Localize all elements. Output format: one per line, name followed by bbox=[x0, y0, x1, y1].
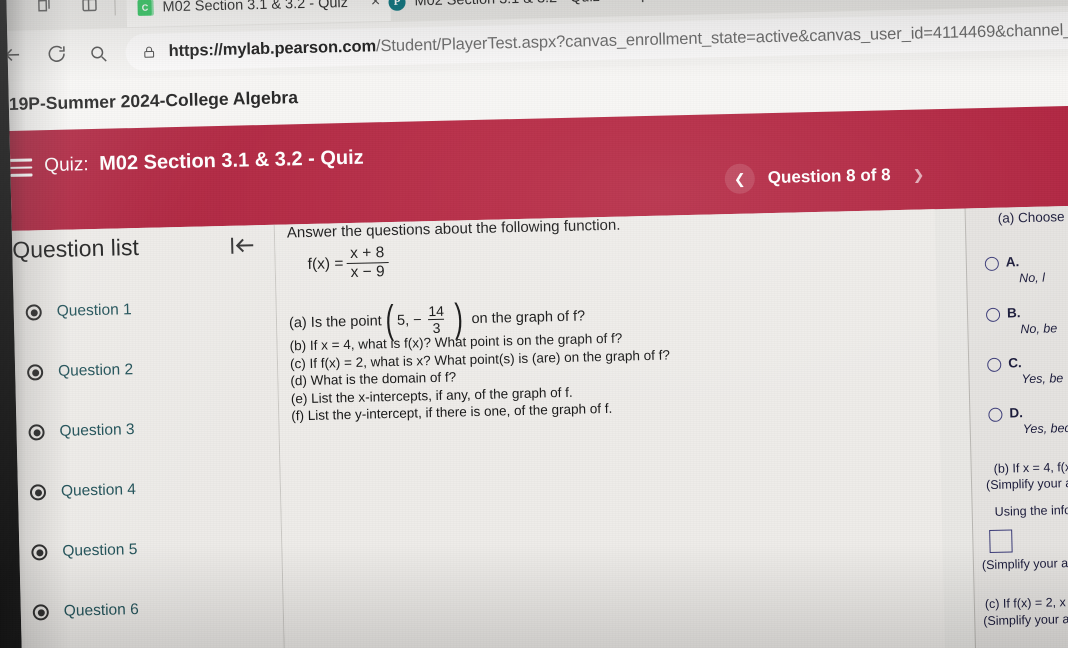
question-list: Question 1 Question 2 Question 3 Questio… bbox=[13, 277, 283, 643]
toolbar-divider bbox=[114, 0, 116, 16]
radio-button-icon[interactable] bbox=[985, 307, 1001, 322]
split-screen-icon[interactable] bbox=[78, 0, 101, 21]
pearson-favicon-icon: P bbox=[388, 0, 406, 11]
answered-radio-icon bbox=[29, 484, 47, 501]
sidebar-item-question-2[interactable]: Question 2 bbox=[14, 337, 277, 403]
sidebar-item-question-4[interactable]: Question 4 bbox=[17, 457, 280, 523]
tab-title: M02 Section 3.1 & 3.2 - Quiz bbox=[414, 0, 600, 9]
part-c-label: (c) If f(x) = 2, x = bbox=[984, 594, 1068, 612]
collapse-panel-icon[interactable] bbox=[228, 233, 257, 258]
answered-radio-icon bbox=[26, 364, 44, 381]
part-b-answer-row: (b) If x = 4, f(x) = bbox=[993, 455, 1068, 477]
part-b-label: (b) If x = 4, f(x) = bbox=[993, 459, 1068, 476]
choice-letter: C. bbox=[1008, 355, 1022, 371]
part-a-post: on the graph of f? bbox=[471, 307, 586, 327]
choice-letter: B. bbox=[1006, 305, 1021, 321]
choice-letter: A. bbox=[1005, 254, 1020, 270]
choice-text: No, l bbox=[1019, 270, 1046, 286]
answered-radio-icon bbox=[28, 424, 45, 441]
tab-groups-icon[interactable] bbox=[32, 0, 55, 22]
quiz-prefix: Quiz: bbox=[44, 154, 89, 177]
sidebar-item-label: Question 3 bbox=[59, 421, 135, 440]
question-parts-list: (b) If x = 4, what is f(x)? What point i… bbox=[289, 328, 671, 425]
part-a-sign: − bbox=[412, 311, 422, 328]
sidebar-item-label: Question 1 bbox=[56, 301, 132, 320]
part-a-pre: (a) Is the point bbox=[288, 312, 382, 331]
sidebar-item-question-6[interactable]: Question 6 bbox=[20, 577, 283, 643]
answer-panel: (a) Choose A. No, l B. No, be C. Yes, be… bbox=[964, 205, 1068, 648]
sidebar-item-label: Question 2 bbox=[57, 361, 134, 380]
sidebar-item-label: Question 5 bbox=[62, 541, 138, 560]
simplify-hint-2: (Simplify your answe bbox=[981, 555, 1068, 573]
sidebar-item-question-3[interactable]: Question 3 bbox=[16, 397, 279, 463]
choice-text: No, be bbox=[1020, 321, 1058, 337]
url-path: /Student/PlayerTest.aspx?canvas_enrollme… bbox=[375, 20, 1068, 56]
radio-button-icon[interactable] bbox=[984, 256, 1000, 272]
answer-panel-heading: (a) Choose bbox=[997, 209, 1065, 226]
question-navigator: ❮ Question 8 of 8 ❯ bbox=[724, 159, 934, 195]
sidebar-item-label: Question 4 bbox=[60, 481, 137, 500]
chevron-left-icon[interactable]: ❮ bbox=[724, 163, 756, 195]
screen-photo: C M02 Section 3.1 & 3.2 - Quiz × P M02 S… bbox=[0, 0, 1068, 648]
fraction-numerator: 14 bbox=[428, 302, 445, 320]
answer-choice-d[interactable]: D. Yes, bec bbox=[988, 405, 1068, 436]
chevron-right-icon[interactable]: ❯ bbox=[903, 159, 934, 190]
function-label: f(x) = bbox=[307, 254, 344, 273]
part-a-fraction: 14 3 bbox=[424, 303, 448, 337]
canvas-favicon-icon: C bbox=[136, 0, 154, 16]
part-b-hint: (Simplify your ans bbox=[985, 475, 1068, 493]
radio-button-icon[interactable] bbox=[988, 407, 1003, 422]
left-paren: ( bbox=[384, 298, 395, 343]
url-text: https://mylab.pearson.com/Student/Player… bbox=[168, 20, 1068, 61]
question-content-panel: Answer the questions about the following… bbox=[274, 209, 946, 648]
using-information-line: Using the informati bbox=[994, 502, 1068, 519]
browser-window: C M02 Section 3.1 & 3.2 - Quiz × P M02 S… bbox=[6, 0, 1068, 648]
fraction-denominator: x − 9 bbox=[346, 262, 389, 283]
choice-text: Yes, bec bbox=[1022, 421, 1068, 437]
part-c-answer-row: (c) If f(x) = 2, x =. bbox=[985, 590, 1068, 612]
answer-choice-b[interactable]: B. No, be bbox=[985, 305, 1057, 336]
answer-choice-a[interactable]: A. No, l bbox=[984, 254, 1045, 285]
course-title: 19P-Summer 2024-College Algebra bbox=[8, 87, 299, 114]
fraction-numerator: x + 8 bbox=[349, 244, 385, 262]
sidebar-item-question-1[interactable]: Question 1 bbox=[13, 277, 276, 343]
choice-text: Yes, be bbox=[1021, 371, 1064, 387]
choice-letter: D. bbox=[1009, 405, 1024, 421]
sidebar-item-label: Question 6 bbox=[63, 601, 139, 620]
radio-button-icon[interactable] bbox=[987, 357, 1002, 372]
hamburger-menu-icon[interactable] bbox=[10, 158, 33, 181]
sidebar-item-question-5[interactable]: Question 5 bbox=[19, 517, 282, 583]
answered-radio-icon bbox=[25, 304, 42, 321]
part-c-hint: (Simplify your answer. bbox=[983, 611, 1068, 629]
answer-choice-c[interactable]: C. Yes, be bbox=[987, 355, 1063, 386]
answered-radio-icon bbox=[31, 544, 48, 561]
question-list-sidebar: Question list Question 1 Question 2 Ques… bbox=[11, 224, 286, 648]
function-definition: f(x) = x + 8 x − 9 bbox=[307, 244, 392, 283]
tab-close-button[interactable]: × bbox=[623, 0, 633, 5]
sidebar-title: Question list bbox=[11, 233, 140, 263]
url-scheme-domain: https://mylab.pearson.com bbox=[168, 37, 377, 61]
answered-radio-icon bbox=[32, 604, 49, 621]
function-fraction: x + 8 x − 9 bbox=[346, 244, 389, 283]
quiz-name: M02 Section 3.1 & 3.2 - Quiz bbox=[98, 146, 364, 175]
lock-icon bbox=[141, 44, 156, 59]
search-icon[interactable] bbox=[87, 43, 109, 69]
question-counter: Question 8 of 8 bbox=[767, 165, 891, 188]
extra-answer-input[interactable] bbox=[989, 529, 1013, 553]
extra-answer-input-row bbox=[987, 529, 1015, 553]
sidebar-header: Question list bbox=[12, 231, 275, 264]
tab-title: M02 Section 3.1 & 3.2 - Quiz bbox=[162, 0, 349, 16]
part-a-point-x: 5, bbox=[396, 312, 410, 329]
new-tab-button[interactable]: + bbox=[636, 0, 649, 10]
right-paren: ) bbox=[454, 296, 464, 341]
back-arrow-icon[interactable] bbox=[6, 44, 24, 72]
reload-icon[interactable] bbox=[45, 43, 68, 71]
quiz-title: Quiz: M02 Section 3.1 & 3.2 - Quiz bbox=[44, 147, 364, 178]
